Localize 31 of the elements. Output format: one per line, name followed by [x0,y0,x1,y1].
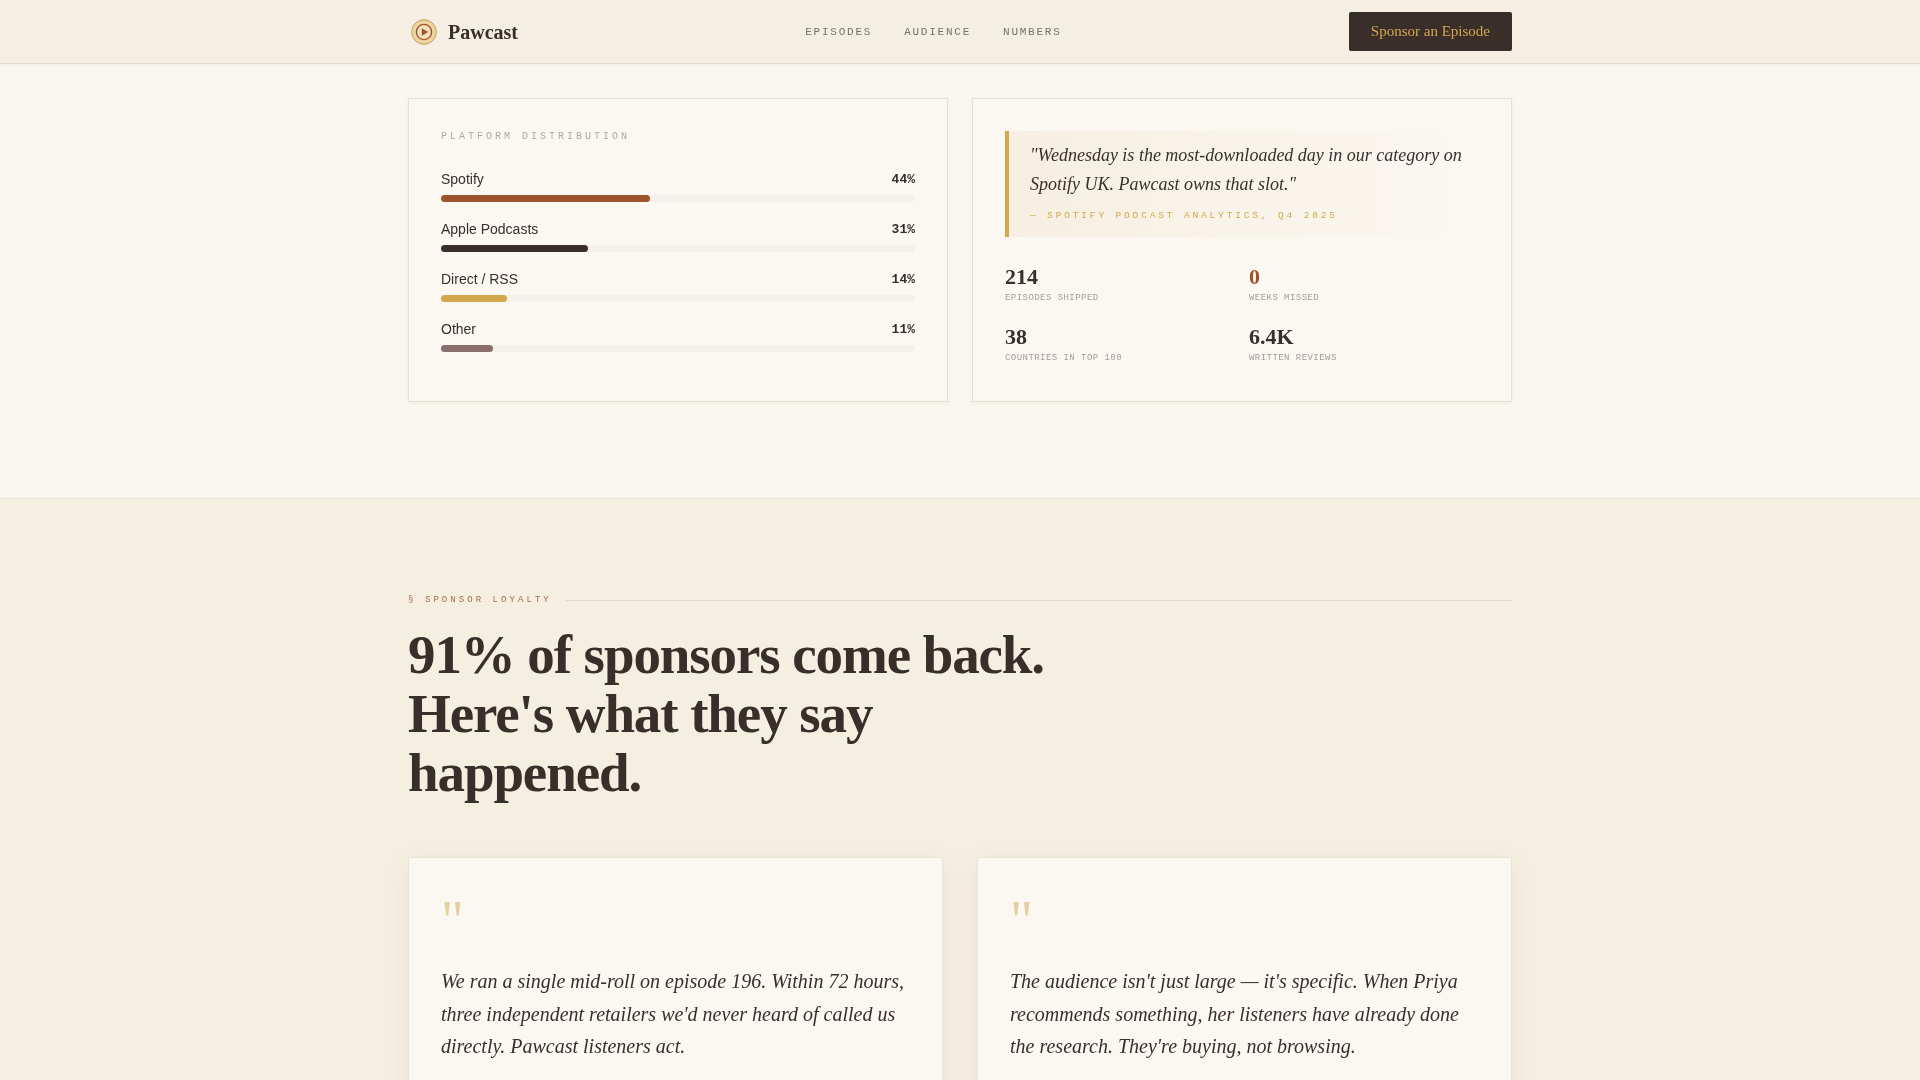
platform-percent: 14% [891,271,915,288]
nav-link[interactable]: NUMBERS [1003,24,1062,39]
stat-value: 6.4K [1249,324,1295,350]
section-heading: 91% of sponsors come back. Here's what they say happened. [408,625,1045,802]
stat-value: 0 [1249,264,1261,290]
platform-percent: 11% [891,321,915,338]
card-title: PLATFORM DISTRIBUTION [441,131,632,143]
nav-link[interactable]: AUDIENCE [904,24,972,39]
section-eyebrow: § SPONSOR LOYALTY [408,594,552,606]
stat-value: 38 [1005,324,1028,350]
stat-label: WEEKS MISSED [1249,293,1321,304]
quote-text: "Wednesday is the most-downloaded day in our category on Spotify UK. Pawcast owns that slot." [1030,144,1463,196]
stat-value: 214 [1005,264,1039,290]
platform-name: Direct / RSS [441,271,518,288]
nav-link[interactable]: EPISODES [805,24,873,39]
platform-name: Apple Podcasts [441,221,539,238]
quote-attribution: — SPOTIFY PODCAST ANALYTICS, Q4 2025 [1030,209,1339,223]
testimonial-text: We ran a single mid-roll on episode 196. Within 72 hours, three independent retailers we'd never heard of called us directly. Pawcast listeners act. [441,969,905,1060]
stat-label: EPISODES SHIPPED [1005,293,1100,304]
platform-name: Spotify [441,171,484,188]
platform-name: Other [441,321,476,338]
quote-mark: " [1010,893,1033,949]
stat-label: COUNTRIES IN TOP 100 [1005,353,1124,364]
platform-percent: 44% [891,171,915,188]
platform-percent: 31% [891,221,915,238]
quote-mark: " [441,893,464,949]
brand-name: Pawcast [448,19,518,44]
stat-label: WRITTEN REVIEWS [1249,353,1338,364]
testimonial-text: The audience isn't just large — it's specific. When Priya recommends something, her listeners have already done the research. They're buying, not browsing. [1010,969,1460,1060]
logo-icon [411,18,437,45]
sponsor-button[interactable]: Sponsor an Episode [1348,12,1512,51]
